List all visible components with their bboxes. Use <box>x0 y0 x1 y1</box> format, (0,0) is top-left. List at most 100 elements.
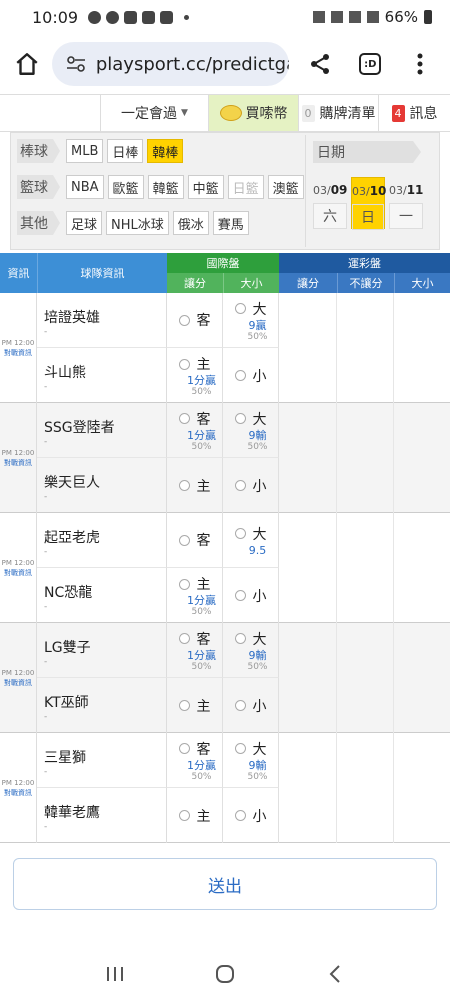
team-name[interactable]: 韓華老鷹 <box>44 802 166 822</box>
date-option-active[interactable]: 03/10 日 <box>351 177 386 230</box>
team-name[interactable]: LG雙子 <box>44 637 166 657</box>
league-button[interactable]: MLB <box>66 139 104 163</box>
team-name[interactable]: NC恐龍 <box>44 582 166 602</box>
total-under-option[interactable]: 小 <box>223 788 279 843</box>
date-option[interactable]: 03/11 一 <box>389 177 423 229</box>
site-nav: 一定會過 ▼ 買嗦幣 0 購牌清單 4 訊息 <box>0 94 450 132</box>
team-name[interactable]: 樂天巨人 <box>44 472 166 492</box>
pick-side: 主 <box>196 808 211 825</box>
radio-button[interactable] <box>234 528 246 539</box>
team-name[interactable]: 三星獅 <box>44 747 166 767</box>
league-button[interactable]: 俄冰 <box>172 211 209 235</box>
radio-button[interactable] <box>178 810 190 821</box>
radio-button[interactable] <box>234 590 246 601</box>
member-dropdown[interactable]: 一定會過 ▼ <box>101 95 209 131</box>
away-team: 三星獅 - <box>37 733 167 788</box>
pick-side: 主 <box>196 357 211 373</box>
league-button[interactable]: 賽馬 <box>212 211 249 235</box>
radio-button[interactable] <box>178 358 190 370</box>
more-menu-icon[interactable] <box>402 46 438 82</box>
buy-coin-button[interactable]: 買嗦幣 <box>209 95 299 131</box>
league-button[interactable]: 澳籃 <box>267 175 304 199</box>
league-button[interactable]: 日棒 <box>107 139 144 163</box>
team-name[interactable]: SSG登陸者 <box>44 417 166 437</box>
matchup-info-link[interactable]: 對戰資訊 <box>4 458 32 468</box>
total-under-option[interactable]: 小 <box>223 678 279 733</box>
total-over-option[interactable]: 大 9輸 50% <box>223 733 279 788</box>
radio-button[interactable] <box>234 480 246 491</box>
total-under-option[interactable]: 小 <box>223 458 279 513</box>
pick-side: 客 <box>196 411 211 428</box>
team-name[interactable]: 斗山熊 <box>44 362 166 382</box>
radio-button[interactable] <box>234 743 246 754</box>
league-button[interactable]: 中籃 <box>187 175 224 199</box>
handicap-away-option[interactable]: 客 1分贏 50% <box>167 733 223 788</box>
address-bar[interactable]: playsport.cc/predictga <box>51 42 289 86</box>
radio-button[interactable] <box>178 314 190 326</box>
radio-button[interactable] <box>234 413 246 424</box>
odds-line: 1分贏 <box>187 648 216 662</box>
message-link[interactable]: 4 訊息 <box>379 95 450 131</box>
pick-side: 主 <box>196 577 211 593</box>
total-under-option[interactable]: 小 <box>223 568 279 623</box>
lottery-total-cell <box>394 733 450 843</box>
matchup-info-link[interactable]: 對戰資訊 <box>4 678 32 688</box>
radio-button[interactable] <box>178 743 190 754</box>
handicap-home-option[interactable]: 主 1分贏 50% <box>167 348 223 403</box>
matchup-info-link[interactable]: 對戰資訊 <box>4 348 32 358</box>
game-list: PM 12:00 對戰資訊 培證英雄 - 斗山熊 - 客 主 1分贏 50% 大… <box>0 293 450 843</box>
radio-button[interactable] <box>178 413 190 424</box>
handicap-away-option[interactable]: 客 1分贏 50% <box>167 403 223 458</box>
total-over-option[interactable]: 大 9輸 50% <box>223 403 279 458</box>
league-button[interactable]: 足球 <box>66 211 103 235</box>
home-icon[interactable] <box>12 49 42 79</box>
signal-icon <box>366 11 379 23</box>
recent-apps-icon[interactable] <box>95 959 135 989</box>
league-button-active[interactable]: 韓棒 <box>147 139 184 163</box>
pick-side: 客 <box>196 741 211 758</box>
lottery-handicap-cell <box>279 403 337 513</box>
handicap-home-option[interactable]: 主 <box>167 678 223 733</box>
team-name[interactable]: KT巫師 <box>44 692 166 712</box>
date-option[interactable]: 03/09 六 <box>313 177 347 229</box>
matchup-info-link[interactable]: 對戰資訊 <box>4 568 32 578</box>
handicap-away-option[interactable]: 客 1分贏 50% <box>167 623 223 678</box>
matchup-info-link[interactable]: 對戰資訊 <box>4 788 32 798</box>
game-info: PM 12:00 對戰資訊 <box>0 733 37 843</box>
league-button[interactable]: 歐籃 <box>107 175 144 199</box>
handicap-home-option[interactable]: 主 1分贏 50% <box>167 568 223 623</box>
radio-button[interactable] <box>234 370 246 381</box>
radio-button[interactable] <box>178 534 190 546</box>
odds-percent: 50% <box>191 441 212 452</box>
radio-button[interactable] <box>178 480 190 491</box>
radio-button[interactable] <box>234 303 246 314</box>
game-time: PM 12:00 <box>1 339 35 347</box>
radio-button[interactable] <box>178 578 190 590</box>
handicap-away-option[interactable]: 客 <box>167 513 223 568</box>
radio-button[interactable] <box>234 700 246 711</box>
total-over-option[interactable]: 大 9.5 <box>223 513 279 568</box>
team-name[interactable]: 起亞老虎 <box>44 527 166 547</box>
team-pitcher: - <box>44 382 48 392</box>
share-icon[interactable] <box>303 46 339 82</box>
back-icon[interactable] <box>315 959 355 989</box>
radio-button[interactable] <box>178 700 190 711</box>
total-over-option[interactable]: 大 9贏 50% <box>223 293 279 348</box>
home-nav-icon[interactable] <box>205 959 245 989</box>
tab-switcher-icon[interactable]: :D <box>352 46 388 82</box>
radio-button[interactable] <box>234 633 246 644</box>
handicap-away-option[interactable]: 客 <box>167 293 223 348</box>
radio-button[interactable] <box>234 810 246 821</box>
league-button[interactable]: 韓籃 <box>147 175 184 199</box>
total-over-option[interactable]: 大 9輸 50% <box>223 623 279 678</box>
league-button[interactable]: NBA <box>66 175 104 199</box>
league-button[interactable]: NHL冰球 <box>106 211 169 235</box>
submit-button[interactable]: 送出 <box>13 858 437 910</box>
cart-link[interactable]: 0 購牌清單 <box>299 95 379 131</box>
handicap-home-option[interactable]: 主 <box>167 788 223 843</box>
handicap-home-option[interactable]: 主 <box>167 458 223 513</box>
site-settings-icon[interactable] <box>66 56 86 72</box>
team-name[interactable]: 培證英雄 <box>44 307 166 327</box>
radio-button[interactable] <box>178 633 190 644</box>
total-under-option[interactable]: 小 <box>223 348 279 403</box>
